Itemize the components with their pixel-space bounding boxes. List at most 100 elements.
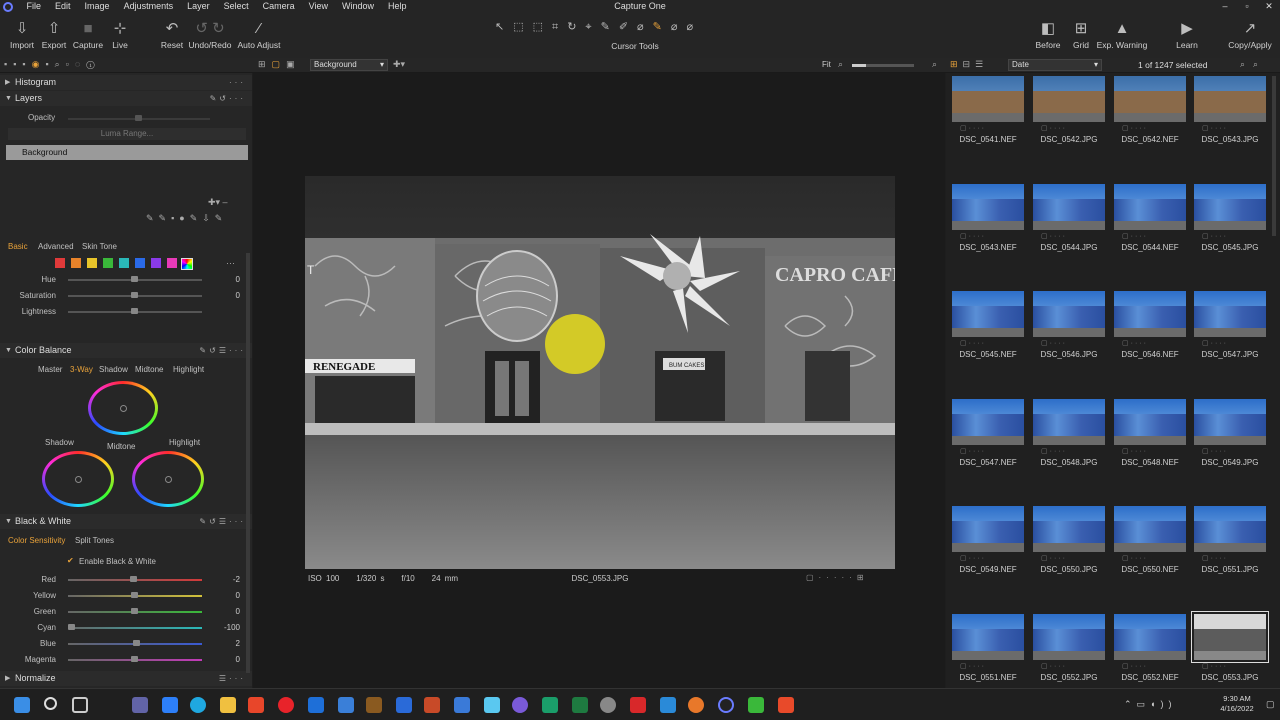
highlight-color-wheel[interactable]	[132, 451, 204, 507]
reset-button[interactable]: ↶ Reset	[158, 18, 186, 50]
black-white-header[interactable]: ▼ Black & White ✎↺☰···	[0, 514, 252, 529]
thumbnail[interactable]	[1191, 610, 1269, 663]
menu-camera[interactable]: Camera	[256, 0, 302, 13]
thumbnail[interactable]	[952, 398, 1024, 445]
custom-color-swatch[interactable]	[181, 258, 193, 270]
acrobat-icon[interactable]	[630, 697, 646, 713]
menu-window[interactable]: Window	[335, 0, 381, 13]
rating-stars[interactable]: ▢····	[1041, 124, 1067, 132]
viewer-search-icon[interactable]: ⌕	[932, 59, 937, 70]
app-icon-red[interactable]	[248, 697, 264, 713]
rating-stars[interactable]: ▢····	[960, 232, 986, 240]
word-icon[interactable]	[396, 697, 412, 713]
color-swatch[interactable]	[71, 258, 81, 268]
tab-midtone[interactable]: Midtone	[135, 365, 163, 374]
auto-adjust-button[interactable]: ⁄ Auto Adjust	[236, 18, 282, 50]
thumbnail[interactable]	[1114, 613, 1186, 660]
menu-view[interactable]: View	[302, 0, 335, 13]
app-icon-orange[interactable]	[778, 697, 794, 713]
opera-icon[interactable]	[278, 697, 294, 713]
luma-range-button[interactable]: Luma Range...	[8, 128, 246, 140]
vscode-icon[interactable]	[338, 697, 354, 713]
thumbnail[interactable]	[952, 506, 1024, 552]
menu-layer[interactable]: Layer	[180, 0, 217, 13]
bw-slider-value[interactable]: 0	[212, 591, 240, 600]
color-swatch[interactable]	[167, 258, 177, 268]
slider-knob[interactable]	[131, 608, 138, 614]
rating-stars[interactable]: ▢····	[1041, 662, 1067, 670]
thumbnail[interactable]	[1194, 183, 1266, 230]
slider-knob[interactable]	[131, 592, 138, 598]
cursor-tool-icons[interactable]: ↖⬚⬚⌗↻⌖✎✐⌀✎⌀⌀	[495, 20, 775, 36]
rating-stars[interactable]: ▢····	[960, 124, 986, 132]
minimize-icon[interactable]: –	[1214, 0, 1236, 13]
rating-stars[interactable]: ▢····	[1202, 447, 1228, 455]
menu-help[interactable]: Help	[381, 0, 414, 13]
bw-slider-value[interactable]: 0	[212, 607, 240, 616]
color-swatch[interactable]	[119, 258, 129, 268]
main-photo[interactable]: CAPRO CAFE T RENEGADE BUM CAKES	[305, 176, 895, 569]
app-icon-lime[interactable]	[748, 697, 764, 713]
histogram-header[interactable]: ▶ Histogram ···	[0, 75, 252, 90]
add-layer-button[interactable]: ✚▾ –	[208, 197, 228, 208]
thumbnail[interactable]	[952, 291, 1024, 337]
settings-icon[interactable]	[600, 697, 616, 713]
app-icon-green[interactable]	[542, 697, 558, 713]
bw-slider-value[interactable]: 2	[212, 639, 240, 648]
rating-stars[interactable]: ▢····	[1041, 232, 1067, 240]
bw-slider-value[interactable]: 0	[212, 655, 240, 664]
rating-stars[interactable]: ▢····	[1202, 554, 1228, 562]
shadow-color-wheel[interactable]	[42, 451, 114, 507]
capture-one-icon[interactable]	[718, 697, 734, 713]
master-color-wheel[interactable]	[88, 381, 158, 435]
color-swatch[interactable]	[103, 258, 113, 268]
browser-view-icons[interactable]: ⊞⊟☰	[950, 59, 988, 70]
thumbnail[interactable]	[1033, 76, 1105, 122]
learn-button[interactable]: ▶ Learn	[1172, 18, 1202, 50]
section-tools-icon[interactable]: ✎↺☰···	[199, 514, 246, 529]
thumbnail[interactable]	[1194, 506, 1266, 552]
file-explorer-icon[interactable]	[220, 697, 236, 713]
powerpoint-icon[interactable]	[424, 697, 440, 713]
thumbnail[interactable]	[1033, 506, 1105, 552]
slider-knob[interactable]	[68, 624, 75, 630]
undo-redo-button[interactable]: ↺ ↻ Undo/Redo	[186, 18, 234, 50]
grid-button[interactable]: ⊞ Grid	[1068, 18, 1094, 50]
excel-icon[interactable]	[572, 697, 588, 713]
menu-edit[interactable]: Edit	[48, 0, 78, 13]
color-editor-value[interactable]: 0	[212, 291, 240, 300]
clock[interactable]: 9:30 AM 4/16/2022	[1214, 694, 1260, 714]
thumbnail[interactable]	[1033, 291, 1105, 337]
tab-advanced[interactable]: Advanced	[38, 242, 74, 251]
thumbnail[interactable]	[1114, 398, 1186, 445]
rating-stars[interactable]: ▢····	[1122, 339, 1148, 347]
rating-stars[interactable]: ▢····	[1122, 554, 1148, 562]
color-balance-header[interactable]: ▼ Color Balance ✎↺☰···	[0, 343, 252, 358]
capture-button[interactable]: ■ Capture	[70, 18, 106, 50]
rating-stars[interactable]: ▢····	[1202, 339, 1228, 347]
slider-knob[interactable]	[133, 640, 140, 646]
tab-split-tones[interactable]: Split Tones	[75, 536, 114, 545]
more-icon[interactable]: ···	[229, 75, 246, 90]
firefox-icon[interactable]	[688, 697, 704, 713]
rating-stars[interactable]: ▢····	[960, 339, 986, 347]
rating-stars[interactable]: ▢····	[1041, 447, 1067, 455]
task-view-icon[interactable]	[72, 697, 88, 713]
thumbnail[interactable]	[1114, 183, 1186, 230]
tab-3-way[interactable]: 3-Way	[70, 365, 93, 374]
rating-stars[interactable]: ▢····	[1122, 447, 1148, 455]
menu-file[interactable]: File	[20, 0, 49, 13]
app-icon-cyan[interactable]	[484, 697, 500, 713]
notifications-icon[interactable]: ▢	[1266, 699, 1275, 710]
close-icon[interactable]: ✕	[1258, 0, 1280, 13]
photo-rating[interactable]: ▢·····⊞	[806, 573, 869, 582]
search-icon[interactable]	[44, 697, 57, 710]
thumbnail[interactable]	[1114, 76, 1186, 122]
thumbnail[interactable]	[1033, 398, 1105, 445]
rating-stars[interactable]: ▢····	[1041, 554, 1067, 562]
sort-select[interactable]: Date ▾	[1008, 59, 1102, 71]
import-button[interactable]: ⇩ Import	[6, 18, 38, 50]
menu-image[interactable]: Image	[78, 0, 117, 13]
tab-highlight[interactable]: Highlight	[173, 365, 204, 374]
copy-apply-button[interactable]: ↗ Copy/Apply	[1226, 18, 1274, 50]
